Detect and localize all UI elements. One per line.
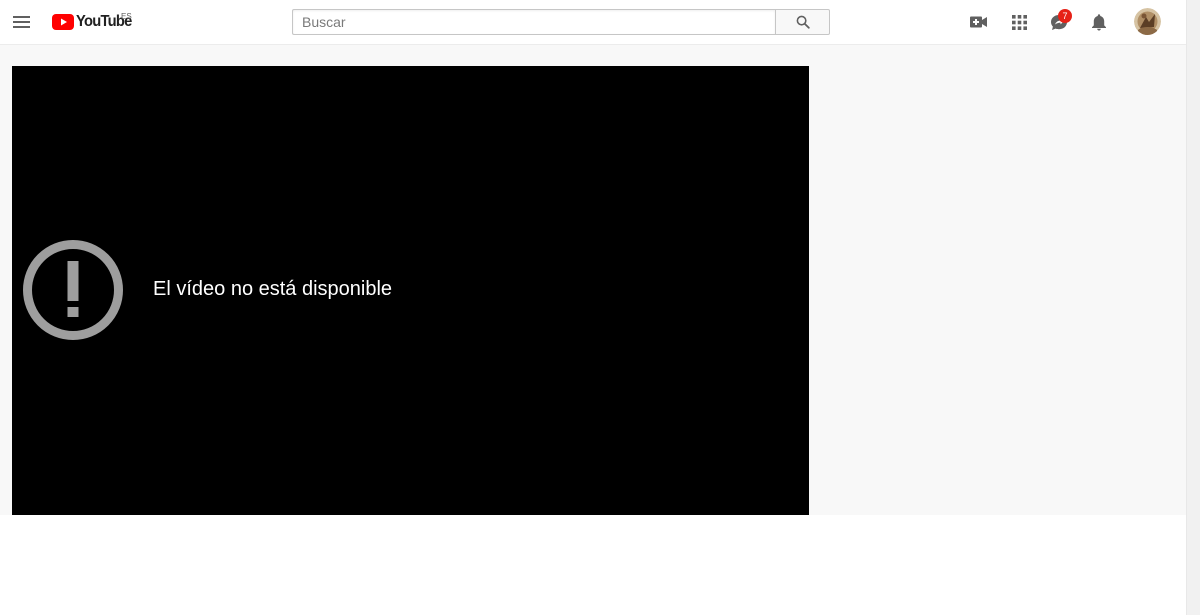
masthead: YouTube ES Buscar 7 bbox=[0, 0, 1186, 45]
avatar-image bbox=[1134, 8, 1161, 35]
bell-icon bbox=[1092, 14, 1106, 31]
search-icon bbox=[796, 15, 810, 29]
notifications-button[interactable] bbox=[1085, 8, 1113, 36]
apps-button[interactable] bbox=[1005, 8, 1033, 36]
messages-button[interactable]: 7 bbox=[1045, 8, 1073, 36]
search-input[interactable] bbox=[292, 9, 775, 35]
upload-button[interactable] bbox=[965, 8, 993, 36]
apps-grid-icon bbox=[1011, 14, 1027, 30]
hamburger-menu-icon bbox=[13, 16, 30, 28]
youtube-logo[interactable]: YouTube ES bbox=[52, 9, 136, 35]
page-scrollbar[interactable] bbox=[1186, 0, 1200, 615]
page-footer-space bbox=[0, 515, 1186, 615]
search-bar bbox=[292, 9, 830, 35]
account-avatar[interactable] bbox=[1134, 8, 1161, 35]
messages-badge: 7 bbox=[1058, 9, 1072, 23]
guide-menu-button[interactable] bbox=[6, 6, 38, 38]
video-player[interactable]: El vídeo no está disponible bbox=[12, 66, 809, 515]
exclamation-circle-icon bbox=[23, 240, 123, 340]
video-camera-plus-icon bbox=[970, 16, 987, 28]
search-button[interactable] bbox=[775, 9, 830, 35]
video-unavailable-message: El vídeo no está disponible bbox=[153, 278, 393, 300]
youtube-play-icon bbox=[52, 14, 74, 30]
region-code: ES bbox=[121, 12, 132, 21]
